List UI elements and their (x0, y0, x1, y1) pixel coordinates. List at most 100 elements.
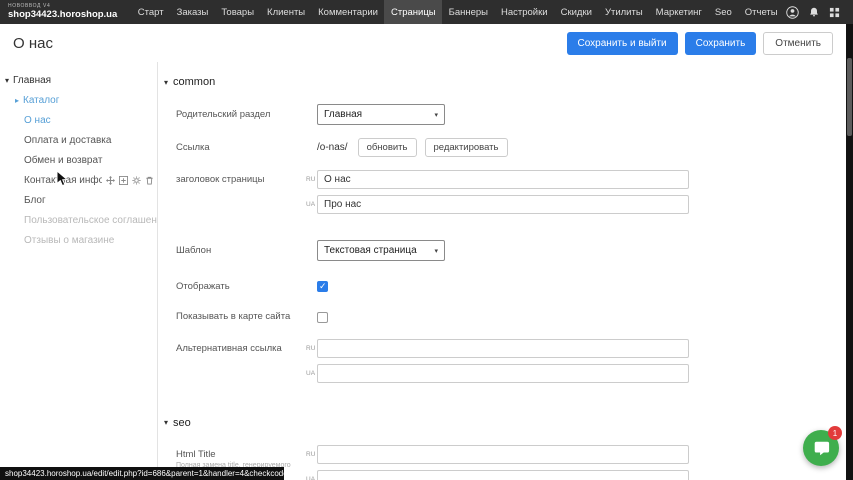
menu-item-zakazy[interactable]: Заказы (170, 0, 215, 24)
chevron-down-icon: ▾ (434, 247, 438, 255)
tree-label: Каталог (23, 95, 59, 106)
selected-value: Главная (324, 109, 362, 120)
page-title-inputs: RU UA (317, 170, 689, 220)
menu-item-bannery[interactable]: Баннеры (442, 0, 494, 24)
alt-link-ua-input[interactable] (317, 364, 689, 383)
alt-link-label: Альтернативная ссылка (176, 339, 317, 354)
template-label: Шаблон (176, 245, 317, 256)
sitemap-checkbox[interactable] (317, 312, 328, 323)
menu-item-seo[interactable]: Seo (708, 0, 738, 24)
notifications-icon[interactable] (808, 6, 820, 18)
chat-widget-button[interactable]: 1 (803, 430, 839, 466)
sidebar-item-katalog[interactable]: ▸ Каталог (0, 90, 157, 110)
template-row: Шаблон Текстовая страница ▾ (176, 240, 846, 261)
html-title-ru-input[interactable] (317, 445, 689, 464)
menu-item-tovary[interactable]: Товары (215, 0, 261, 24)
sidebar-item-obmen-i-vozvrat[interactable]: Обмен и возврат (0, 150, 157, 170)
tree-label: Отзывы о магазине (24, 235, 114, 246)
cancel-button[interactable]: Отменить (763, 32, 833, 55)
sidebar-item-blog[interactable]: Блог (0, 190, 157, 210)
parent-section-label: Родительский раздел (176, 109, 317, 120)
page-title-row: заголовок страницы RU UA (176, 170, 846, 220)
page-title-ua-input[interactable] (317, 195, 689, 214)
brand-domain-label: shop34423.horoshop.ua (8, 10, 117, 20)
chevron-right-icon: ▸ (15, 96, 19, 105)
tree-label: Пользовательское соглашение (24, 215, 168, 226)
link-value: /o-nas/ (317, 142, 348, 153)
menu-item-start[interactable]: Старт (131, 0, 170, 24)
parent-section-select[interactable]: Главная ▾ (317, 104, 445, 125)
link-edit-button[interactable]: редактировать (425, 138, 508, 157)
menu-item-utility[interactable]: Утилиты (598, 0, 649, 24)
sidebar-item-oplata-i-dostavka[interactable]: Оплата и доставка (0, 130, 157, 150)
main-menu: Старт Заказы Товары Клиенты Комментарии … (131, 0, 784, 24)
html-title-ua-input[interactable] (317, 470, 689, 480)
page-edit-form: ▾ common Родительский раздел Главная ▾ С… (157, 62, 846, 480)
menu-item-stranitsy[interactable]: Страницы (384, 0, 442, 24)
sidebar-item-glavnaya[interactable]: ▾ Главная (0, 70, 157, 90)
sidebar-item-otzyvy-o-magazine[interactable]: Отзывы о магазине (0, 230, 157, 250)
template-select[interactable]: Текстовая страница ▾ (317, 240, 445, 261)
sidebar-item-kontaktnaya-informatsiya[interactable]: Контактная инфор (0, 170, 157, 190)
link-update-button[interactable]: обновить (358, 138, 417, 157)
page-title-label: заголовок страницы (176, 170, 317, 185)
tree-label: Контактная инфор (24, 175, 102, 186)
scrollbar-thumb[interactable] (847, 58, 852, 136)
save-and-exit-button[interactable]: Сохранить и выйти (567, 32, 678, 55)
menu-item-nastroyki[interactable]: Настройки (495, 0, 555, 24)
display-row: Отображать (176, 281, 846, 292)
sitemap-row: Показывать в карте сайта (176, 311, 846, 322)
html-title-label: Html Title (176, 449, 317, 460)
tree-label: Оплата и доставка (24, 135, 111, 146)
page-title-ru-input[interactable] (317, 170, 689, 189)
link-label: Ссылка (176, 142, 317, 153)
sitemap-label: Показывать в карте сайта (176, 311, 317, 322)
alt-link-row: Альтернативная ссылка RU UA (176, 339, 846, 389)
lang-tag-ua: UA (306, 476, 317, 480)
chevron-down-icon: ▾ (164, 418, 168, 427)
topbar: НОВОВВОД V4 shop34423.horoshop.ua Старт … (0, 0, 853, 24)
menu-item-marketing[interactable]: Маркетинг (649, 0, 708, 24)
move-icon[interactable] (106, 176, 115, 185)
apps-grid-icon[interactable] (829, 7, 840, 18)
chat-unread-badge: 1 (828, 426, 842, 440)
common-fields: Родительский раздел Главная ▾ Ссылка /o-… (164, 104, 846, 389)
status-url-bar: shop34423.horoshop.ua/edit/edit.php?id=6… (0, 467, 284, 480)
section-common[interactable]: ▾ common (164, 76, 846, 88)
pages-tree-sidebar: ▾ Главная ▸ Каталог О нас Оплата и доста… (0, 62, 157, 480)
menu-item-klienty[interactable]: Клиенты (261, 0, 312, 24)
page-header: О нас Сохранить и выйти Сохранить Отмени… (0, 24, 846, 62)
alt-link-inputs: RU UA (317, 339, 689, 389)
menu-item-kommentarii[interactable]: Комментарии (312, 0, 385, 24)
html-title-inputs: RU UA (317, 445, 689, 480)
header-buttons: Сохранить и выйти Сохранить Отменить (567, 32, 834, 55)
section-label: seo (173, 417, 191, 429)
topbar-icons (786, 6, 853, 19)
alt-link-ru-input[interactable] (317, 339, 689, 358)
scrollbar-track[interactable] (846, 24, 853, 480)
add-page-icon[interactable] (119, 176, 128, 185)
link-row: Ссылка /o-nas/ обновить редактировать (176, 138, 846, 157)
sidebar-item-o-nas[interactable]: О нас (0, 110, 157, 130)
brand-logo[interactable]: НОВОВВОД V4 shop34423.horoshop.ua (0, 4, 131, 20)
tree-label: Блог (24, 195, 46, 206)
display-checkbox[interactable] (317, 281, 328, 292)
gear-icon[interactable] (132, 176, 141, 185)
lang-tag-ua: UA (306, 201, 317, 208)
section-label: common (173, 76, 215, 88)
lang-tag-ru: RU (306, 345, 317, 352)
menu-item-otchety[interactable]: Отчеты (738, 0, 784, 24)
trash-icon[interactable] (145, 176, 154, 185)
chevron-down-icon: ▾ (434, 111, 438, 119)
chevron-down-icon: ▾ (164, 78, 168, 87)
parent-section-row: Родительский раздел Главная ▾ (176, 104, 846, 125)
tree-label: Обмен и возврат (24, 155, 102, 166)
menu-item-skidki[interactable]: Скидки (554, 0, 598, 24)
sidebar-item-polzovatelskoe-soglashenie[interactable]: Пользовательское соглашение (0, 210, 157, 230)
save-button[interactable]: Сохранить (685, 32, 757, 55)
lang-tag-ua: UA (306, 370, 317, 377)
section-seo[interactable]: ▾ seo (164, 417, 846, 429)
account-icon[interactable] (786, 6, 799, 19)
tree-label: О нас (24, 115, 51, 126)
chat-icon (812, 439, 830, 457)
